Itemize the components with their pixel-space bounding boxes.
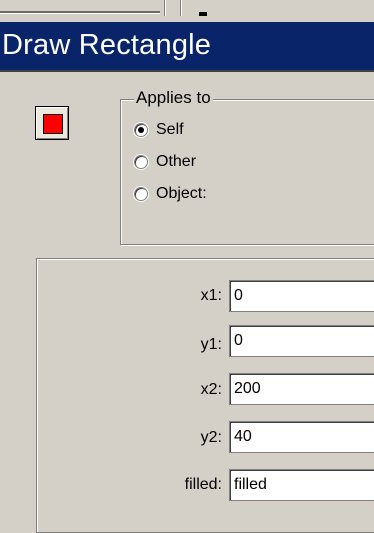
y2-input[interactable] [229, 421, 374, 453]
radio-option-object[interactable]: Object: [134, 183, 207, 205]
field-label-y1: y1: [200, 336, 222, 353]
radio-button-other[interactable] [134, 155, 148, 169]
radio-label-self: Self [156, 121, 184, 138]
radio-label-object: Object: [156, 185, 207, 202]
radio-option-other[interactable]: Other [134, 151, 196, 173]
x2-input[interactable] [229, 373, 374, 405]
toolbar-grip-icon [199, 12, 207, 16]
field-label-filled: filled: [184, 476, 222, 493]
radio-button-self[interactable] [134, 123, 148, 137]
field-label-y2: y2: [200, 429, 222, 446]
radio-button-object[interactable] [134, 187, 148, 201]
red-color-swatch-icon [43, 114, 63, 134]
field-label-x1: x1: [200, 287, 222, 304]
radio-label-other: Other [156, 153, 197, 170]
x1-input[interactable] [229, 280, 374, 312]
color-swatch-button[interactable] [35, 106, 69, 140]
title-divider [0, 70, 374, 72]
filled-input[interactable] [229, 469, 374, 501]
action-title: Draw Rectangle [2, 29, 212, 61]
toolbar-strip [0, 0, 374, 22]
toolbar-divider [0, 11, 160, 14]
y1-input[interactable] [229, 325, 374, 357]
field-label-x2: x2: [200, 381, 222, 398]
radio-option-self[interactable]: Self [134, 119, 184, 141]
toolbar-separator [164, 0, 166, 16]
toolbar-separator [180, 0, 182, 16]
applies-to-label: Applies to [134, 88, 213, 108]
action-title-bar: Draw Rectangle [0, 22, 374, 70]
